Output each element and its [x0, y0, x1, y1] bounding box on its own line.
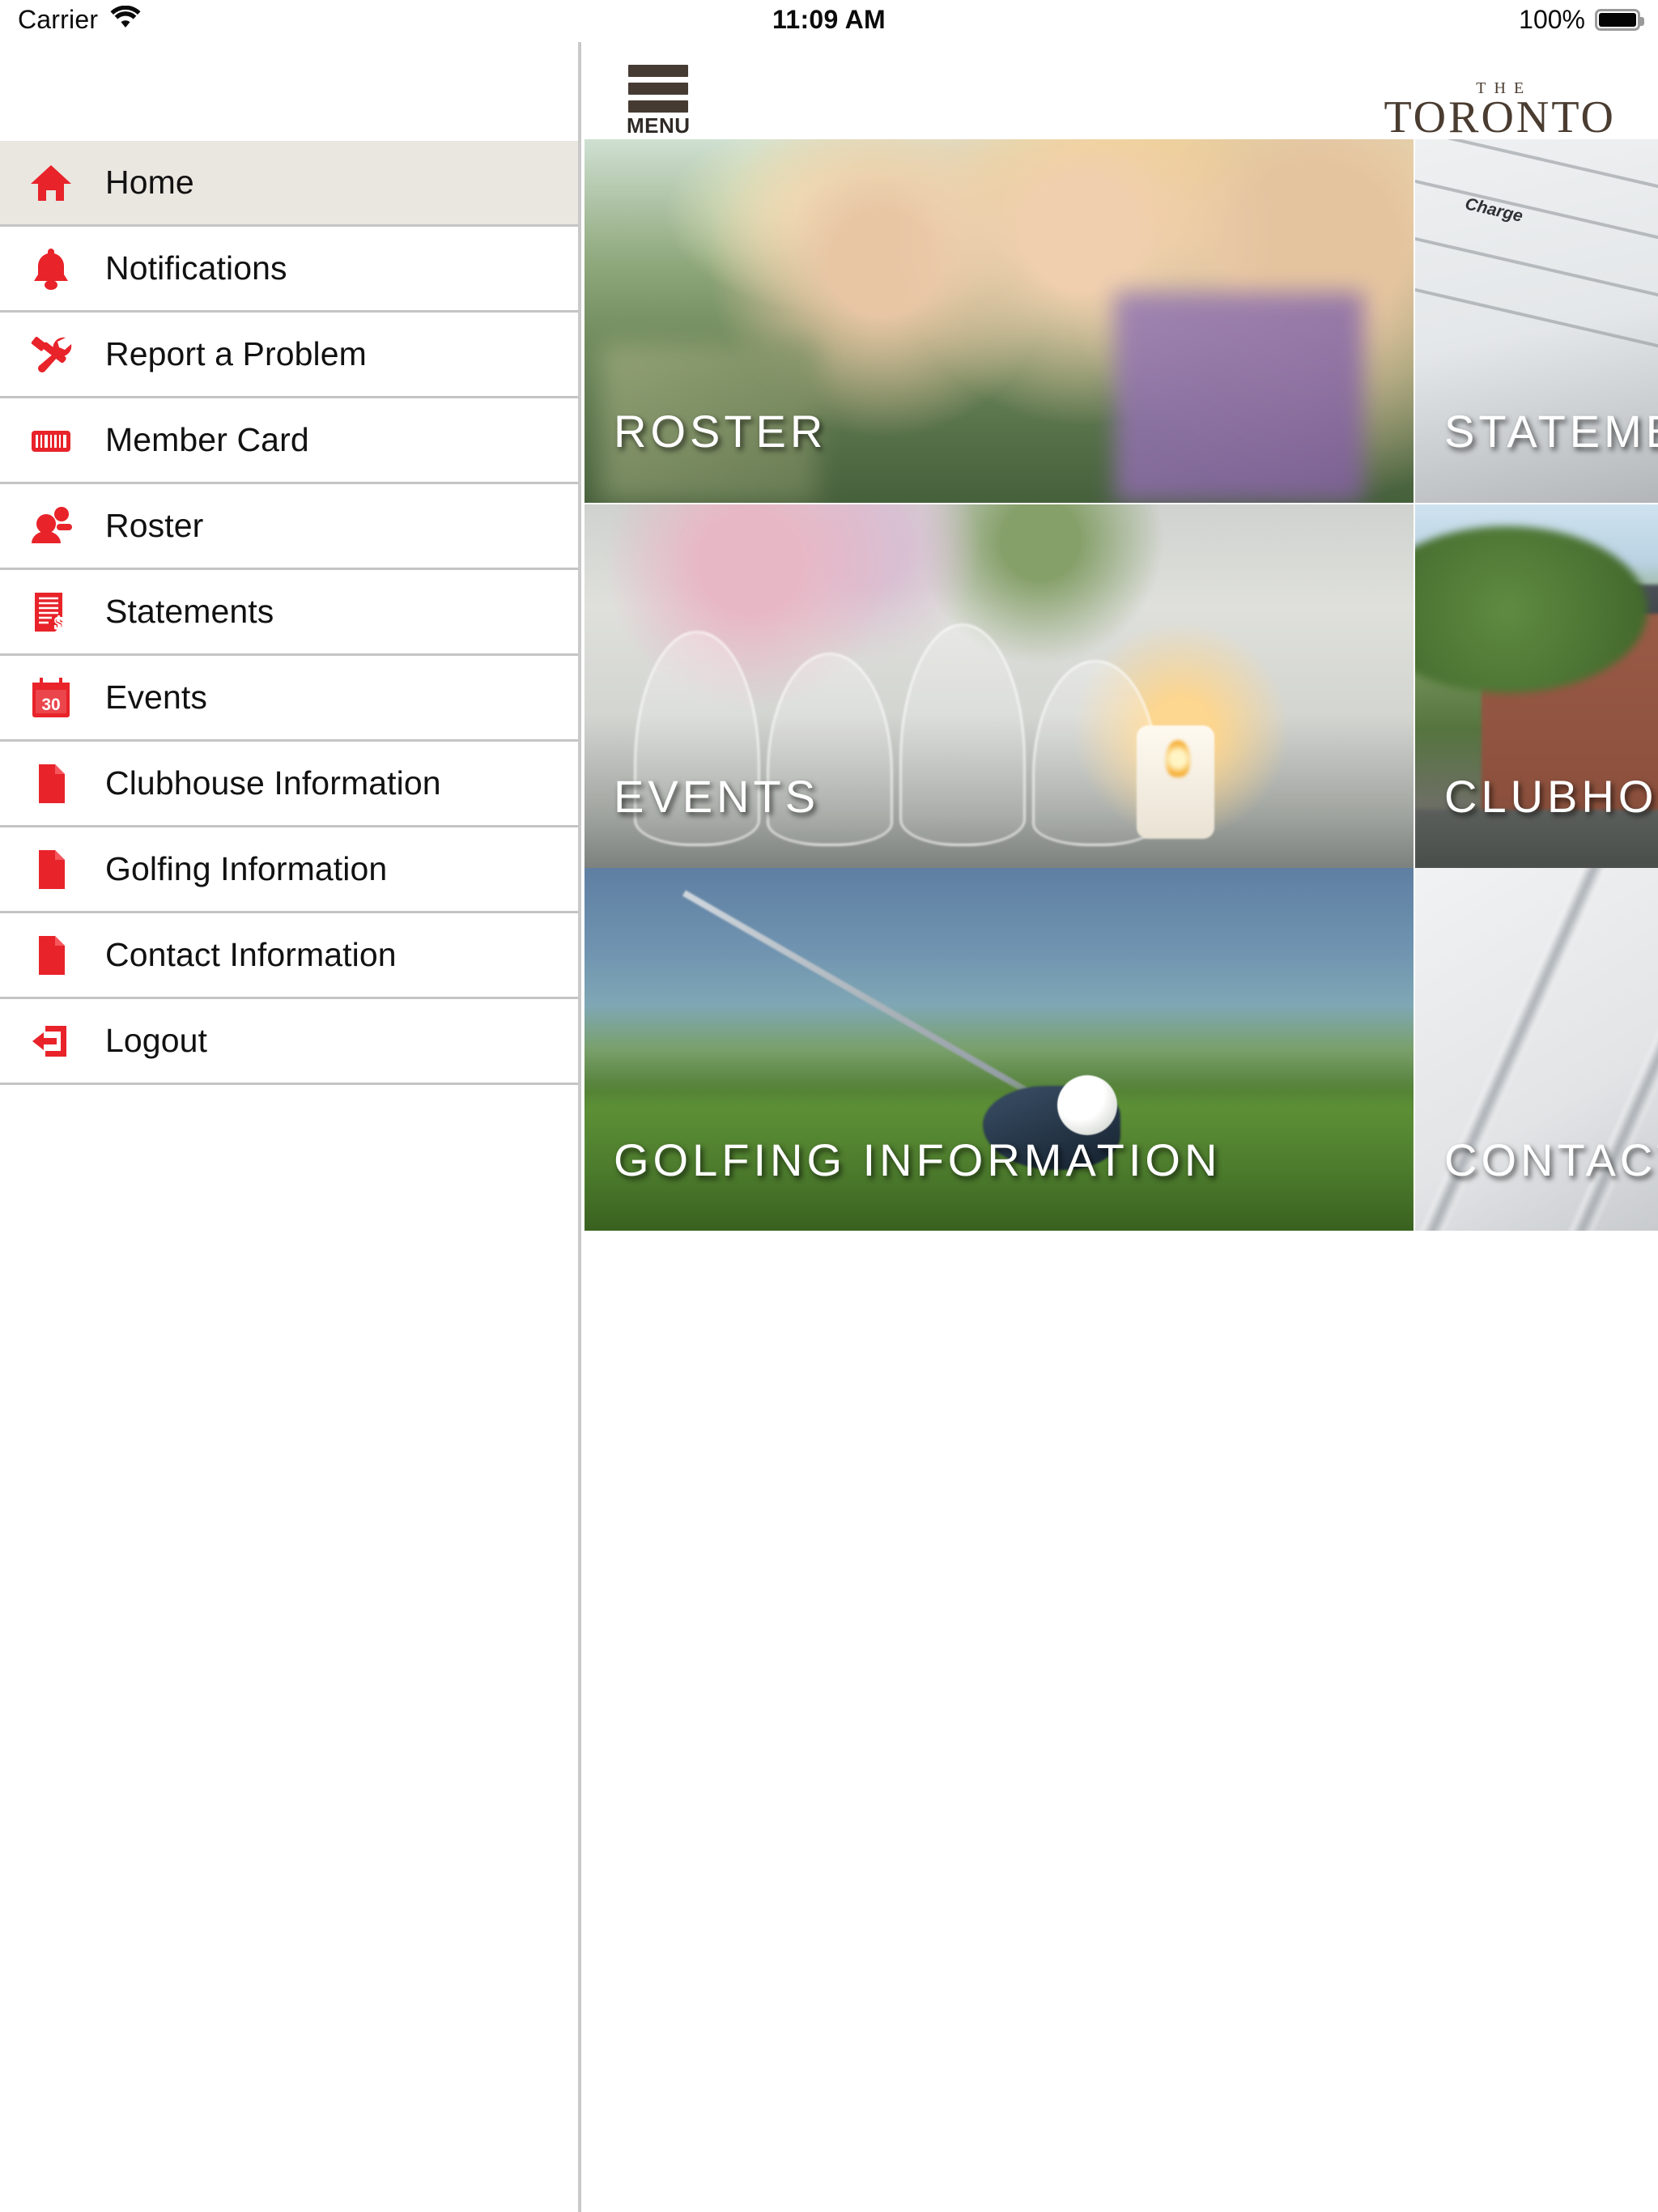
tile-roster[interactable]: ROSTER — [585, 139, 1414, 503]
people-icon — [21, 496, 81, 556]
sidebar-item-clubhouse-information[interactable]: Clubhouse Information — [0, 742, 578, 827]
sidebar-item-label-statements: Statements — [105, 593, 274, 630]
sidebar-item-golfing-information[interactable]: Golfing Information — [0, 827, 578, 913]
tile-events-label: EVENTS — [614, 771, 820, 822]
tile-events[interactable]: EVENTS — [585, 504, 1414, 868]
sidebar-item-label-report-a-problem: Report a Problem — [105, 335, 367, 372]
tile-statements[interactable]: Charge Amount Paid $0.00 Amount Paid STA… — [1415, 139, 1658, 503]
tile-statements-label: STATEMENTS — [1444, 406, 1658, 457]
sidebar-item-home[interactable]: Home — [0, 141, 578, 227]
document-icon — [21, 840, 81, 900]
sidebar-item-label-member-card: Member Card — [105, 421, 309, 458]
status-bar-right: 100% — [1519, 5, 1644, 35]
tile-roster-label: ROSTER — [614, 406, 827, 457]
invoice-dollar-icon: $ — [21, 582, 81, 642]
calendar-icon: 30 — [21, 668, 81, 728]
app-root: Carrier 11:09 AM 100% MENU THE TORONTO R… — [0, 0, 1658, 2212]
sidebar-item-member-card[interactable]: Member Card — [0, 398, 578, 484]
menu-button-label: MENU — [627, 113, 691, 138]
tile-clubhouse-label: CLUBHOUSE — [1444, 771, 1658, 822]
sidebar-item-notifications[interactable]: Notifications — [0, 227, 578, 313]
sidebar-item-label-notifications: Notifications — [105, 249, 287, 287]
sidebar-item-logout[interactable]: Logout — [0, 999, 578, 1085]
svg-text:$: $ — [54, 613, 63, 633]
status-bar-time: 11:09 AM — [772, 5, 886, 34]
sidebar-item-roster[interactable]: Roster — [0, 484, 578, 570]
document-icon — [21, 754, 81, 814]
status-bar: Carrier 11:09 AM 100% — [0, 0, 1658, 42]
sidebar-item-label-logout: Logout — [105, 1022, 208, 1059]
svg-text:30: 30 — [41, 696, 60, 714]
tools-icon — [21, 325, 81, 385]
logout-icon — [21, 1011, 81, 1071]
sidebar-item-label-contact-information: Contact Information — [105, 936, 397, 973]
sidebar-item-report-a-problem[interactable]: Report a Problem — [0, 313, 578, 398]
home-icon — [21, 153, 81, 213]
document-icon — [21, 925, 81, 985]
bell-icon — [21, 239, 81, 299]
home-tile-grid: ROSTER Charge Amount Paid $0.00 Amount P… — [585, 139, 1658, 1231]
battery-full-icon — [1595, 9, 1644, 31]
tile-contact-label: CONTACT — [1444, 1134, 1658, 1185]
tile-clubhouse[interactable]: CLUBHOUSE — [1415, 504, 1658, 868]
sidebar-item-label-home: Home — [105, 164, 194, 201]
sidebar-menu-list: Home Notifications Report a Problem Memb… — [0, 141, 578, 1085]
sidebar-item-label-clubhouse-information: Clubhouse Information — [105, 764, 441, 802]
tile-contact[interactable]: CONTACT — [1415, 868, 1658, 1231]
sidebar-item-contact-information[interactable]: Contact Information — [0, 913, 578, 999]
sidebar-drawer: Home Notifications Report a Problem Memb… — [0, 42, 581, 2212]
tile-golfing-information[interactable]: GOLFING INFORMATION — [585, 868, 1414, 1231]
content-pane: MENU THE TORONTO GOLF CLUB ROSTER — [581, 0, 1658, 2212]
barcode-icon — [21, 410, 81, 470]
sidebar-item-statements[interactable]: $ Statements — [0, 570, 578, 656]
sidebar-item-label-events: Events — [105, 678, 207, 716]
app-bar: MENU THE TORONTO GOLF CLUB — [581, 42, 1658, 159]
tile-golfing-information-label: GOLFING INFORMATION — [614, 1134, 1222, 1185]
sidebar-item-events[interactable]: 30 Events — [0, 656, 578, 742]
hamburger-menu-icon[interactable]: MENU — [622, 60, 693, 138]
sidebar-item-label-golfing-information: Golfing Information — [105, 850, 388, 887]
sidebar-item-label-roster: Roster — [105, 507, 204, 544]
logo-line-toronto: TORONTO — [1384, 92, 1616, 143]
battery-percent-label: 100% — [1519, 5, 1585, 34]
